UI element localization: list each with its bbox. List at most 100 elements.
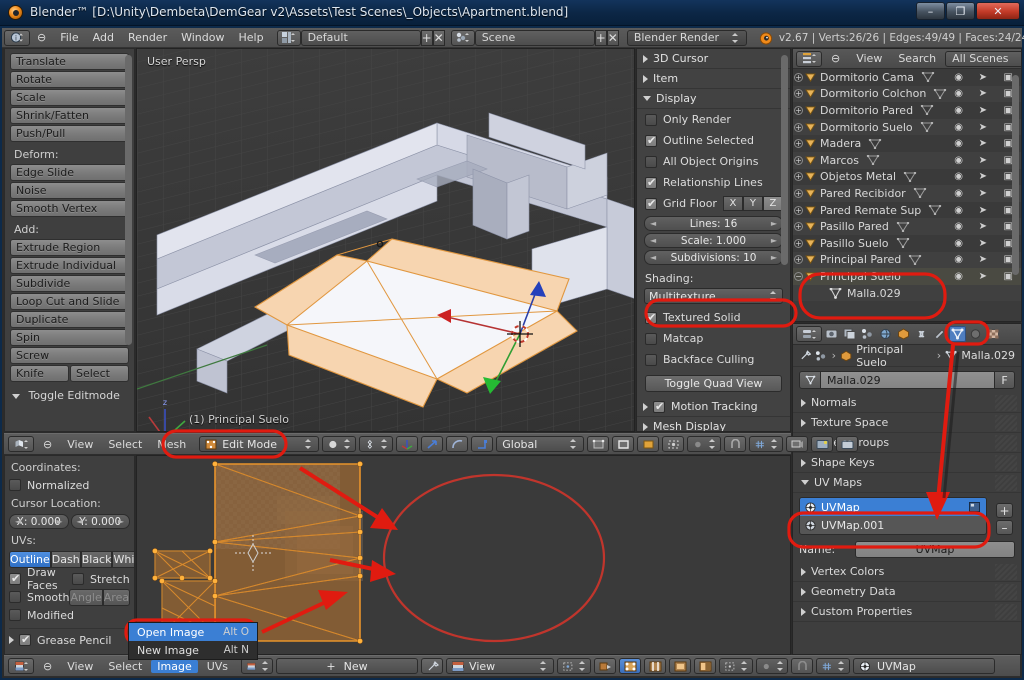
panel-motion-tracking[interactable]: Motion Tracking xyxy=(637,397,790,417)
panel-item[interactable]: Item xyxy=(637,69,790,89)
outliner-expand-toggle[interactable]: + xyxy=(794,188,803,198)
stretch-type-area[interactable]: Area xyxy=(102,588,131,606)
outliner-expand-toggle[interactable]: − xyxy=(794,271,803,281)
checkbox-grease-pencil-box[interactable] xyxy=(19,633,31,646)
grid-lines-field[interactable]: ◄ Lines: 16 ► xyxy=(644,216,783,231)
outliner-visibility-icon[interactable]: ◉ xyxy=(954,188,963,199)
menu-help[interactable]: Help xyxy=(231,28,270,48)
breadcrumb-mesh-name[interactable]: Malla.029 xyxy=(961,349,1015,362)
increment-arrow-icon-3[interactable]: ► xyxy=(771,253,777,262)
tool-smooth-vertex[interactable]: Smooth Vertex xyxy=(10,200,129,217)
active-uv-map-selector[interactable]: UVMap xyxy=(853,658,996,674)
view3d-menu-mesh[interactable]: Mesh xyxy=(151,438,192,451)
menu-window[interactable]: Window xyxy=(174,28,231,48)
checkbox-backface-culling[interactable]: Backface Culling xyxy=(637,349,790,370)
outliner-selectable-icon[interactable]: ➤ xyxy=(979,238,987,249)
menu-item-open-image[interactable]: Open Image Alt O xyxy=(129,623,257,641)
outliner-visibility-icon[interactable]: ◉ xyxy=(954,138,963,149)
checkbox-grid-floor[interactable]: Grid Floor X Y Z xyxy=(637,193,790,214)
tool-translate[interactable]: Translate xyxy=(10,53,129,70)
outliner-expand-toggle[interactable]: + xyxy=(794,205,803,215)
increment-arrow-icon-cy[interactable]: ► xyxy=(118,517,124,526)
mesh-datablock-browse-icon[interactable] xyxy=(799,371,821,389)
uv-maps-list[interactable]: UVMap UVMap.001 xyxy=(799,497,987,535)
transform-orientation-selector[interactable]: Global xyxy=(496,436,585,452)
menu-add[interactable]: Add xyxy=(86,28,121,48)
outliner-expand-toggle[interactable]: + xyxy=(794,139,803,149)
outliner-row[interactable]: + Madera ◉ ➤ ▣ xyxy=(793,135,1021,152)
outliner-visibility-icon[interactable]: ◉ xyxy=(954,122,963,133)
outliner-selectable-icon[interactable]: ➤ xyxy=(979,188,987,199)
image-browse-selector[interactable] xyxy=(241,658,274,674)
outliner-row[interactable]: + Pared Remate Sup ◉ ➤ ▣ xyxy=(793,201,1021,219)
outliner-visibility-icon[interactable]: ◉ xyxy=(954,221,963,232)
pin-image-button[interactable] xyxy=(421,658,444,674)
checkbox-outline-selected[interactable]: Outline Selected xyxy=(637,130,790,151)
mesh-data-icon-small[interactable] xyxy=(903,171,917,182)
new-image-button[interactable]: + New xyxy=(276,658,419,674)
cursor-y-field[interactable]: ◄ Y: 0.000 ► xyxy=(70,514,130,529)
collapse-menu-icon[interactable]: ⊖ xyxy=(30,28,53,48)
outliner-row[interactable]: + Pasillo Pared ◉ ➤ ▣ xyxy=(793,218,1021,235)
tool-extrude-region[interactable]: Extrude Region xyxy=(10,239,129,256)
snap-element-selector[interactable] xyxy=(749,436,784,452)
tab-object-data-mesh[interactable] xyxy=(949,326,966,342)
manipulator-translate-toggle[interactable] xyxy=(421,436,444,452)
tab-modifiers[interactable] xyxy=(931,326,948,342)
mesh-data-icon-small[interactable] xyxy=(933,88,947,99)
checkbox-grid-floor-box[interactable] xyxy=(645,197,657,210)
toggle-editmode-panel[interactable]: Toggle Editmode xyxy=(10,383,129,404)
increment-arrow-icon[interactable]: ► xyxy=(771,219,777,228)
increment-arrow-icon-2[interactable]: ► xyxy=(771,236,777,245)
add-scene-button[interactable]: + xyxy=(594,29,607,46)
tab-material[interactable] xyxy=(967,326,984,342)
manipulator-scale-toggle[interactable] xyxy=(471,436,494,452)
panel-uv-maps[interactable]: UV Maps xyxy=(793,473,1021,493)
outliner-visibility-icon[interactable]: ◉ xyxy=(954,155,963,166)
mesh-datablock-name-input[interactable]: Malla.029 xyxy=(821,371,995,389)
scene-browse-icon[interactable] xyxy=(450,29,475,46)
grid-scale-field[interactable]: ◄ Scale: 1.000 ► xyxy=(644,233,783,248)
tab-render[interactable] xyxy=(823,326,840,342)
decrement-arrow-icon-cy[interactable]: ◄ xyxy=(77,517,83,526)
tab-scene[interactable] xyxy=(859,326,876,342)
mesh-data-icon-small[interactable] xyxy=(896,238,910,249)
outliner-selectable-icon[interactable]: ➤ xyxy=(979,205,987,216)
panel-grease-pencil[interactable]: Grease Pencil xyxy=(9,629,130,647)
outliner-visibility-icon[interactable]: ◉ xyxy=(954,105,963,116)
uv-map-item-0[interactable]: UVMap xyxy=(800,498,986,516)
tool-loop-cut-and-slide[interactable]: Loop Cut and Slide xyxy=(10,293,129,310)
npanel-scrollbar[interactable] xyxy=(781,55,788,265)
grid-subdivisions-field[interactable]: ◄ Subdivisions: 10 ► xyxy=(644,250,783,265)
panel-geometry-data[interactable]: Geometry Data xyxy=(793,582,1021,602)
close-button[interactable]: ✕ xyxy=(976,2,1020,20)
outliner-visibility-icon[interactable]: ◉ xyxy=(954,205,963,216)
editor-type-uvimage-icon[interactable] xyxy=(8,658,34,674)
mesh-data-icon-small[interactable] xyxy=(896,221,910,232)
cursor-x-field[interactable]: ◄ X: 0.000 ► xyxy=(9,514,69,529)
tab-world[interactable] xyxy=(877,326,894,342)
proportional-editing-selector[interactable] xyxy=(687,436,722,452)
tool-rotate[interactable]: Rotate xyxy=(10,71,129,88)
uv-snap-magnet-toggle[interactable] xyxy=(791,658,814,674)
checkbox-motion-tracking-box[interactable] xyxy=(653,400,665,413)
mesh-data-icon-small[interactable] xyxy=(921,72,935,83)
render-animation-button[interactable] xyxy=(836,436,859,452)
breadcrumb-object-name[interactable]: Principal Suelo xyxy=(856,343,932,369)
outliner-expand-toggle[interactable]: + xyxy=(794,255,803,265)
tool-knife[interactable]: Knife xyxy=(10,365,69,382)
viewport-3d[interactable]: z User Persp (1) Principal Suelo xyxy=(136,48,635,432)
outliner-visibility-icon[interactable]: ◉ xyxy=(954,254,963,265)
checkbox-matcap[interactable]: Matcap xyxy=(637,328,790,349)
checkbox-relationship-lines-box[interactable] xyxy=(645,176,657,189)
outliner-scrollbar[interactable] xyxy=(1012,75,1019,275)
view3d-menu-select[interactable]: Select xyxy=(102,438,148,451)
tool-subdivide[interactable]: Subdivide xyxy=(10,275,129,292)
grid-axis-z[interactable]: Z xyxy=(762,196,783,211)
decrement-arrow-icon-2[interactable]: ◄ xyxy=(650,236,656,245)
checkbox-stretch-box[interactable] xyxy=(72,573,84,585)
outliner-visibility-icon[interactable]: ◉ xyxy=(954,238,963,249)
mode-selector[interactable]: Edit Mode xyxy=(199,436,320,452)
tool-push-pull[interactable]: Push/Pull xyxy=(10,125,129,142)
tool-edge-slide[interactable]: Edge Slide xyxy=(10,164,129,181)
